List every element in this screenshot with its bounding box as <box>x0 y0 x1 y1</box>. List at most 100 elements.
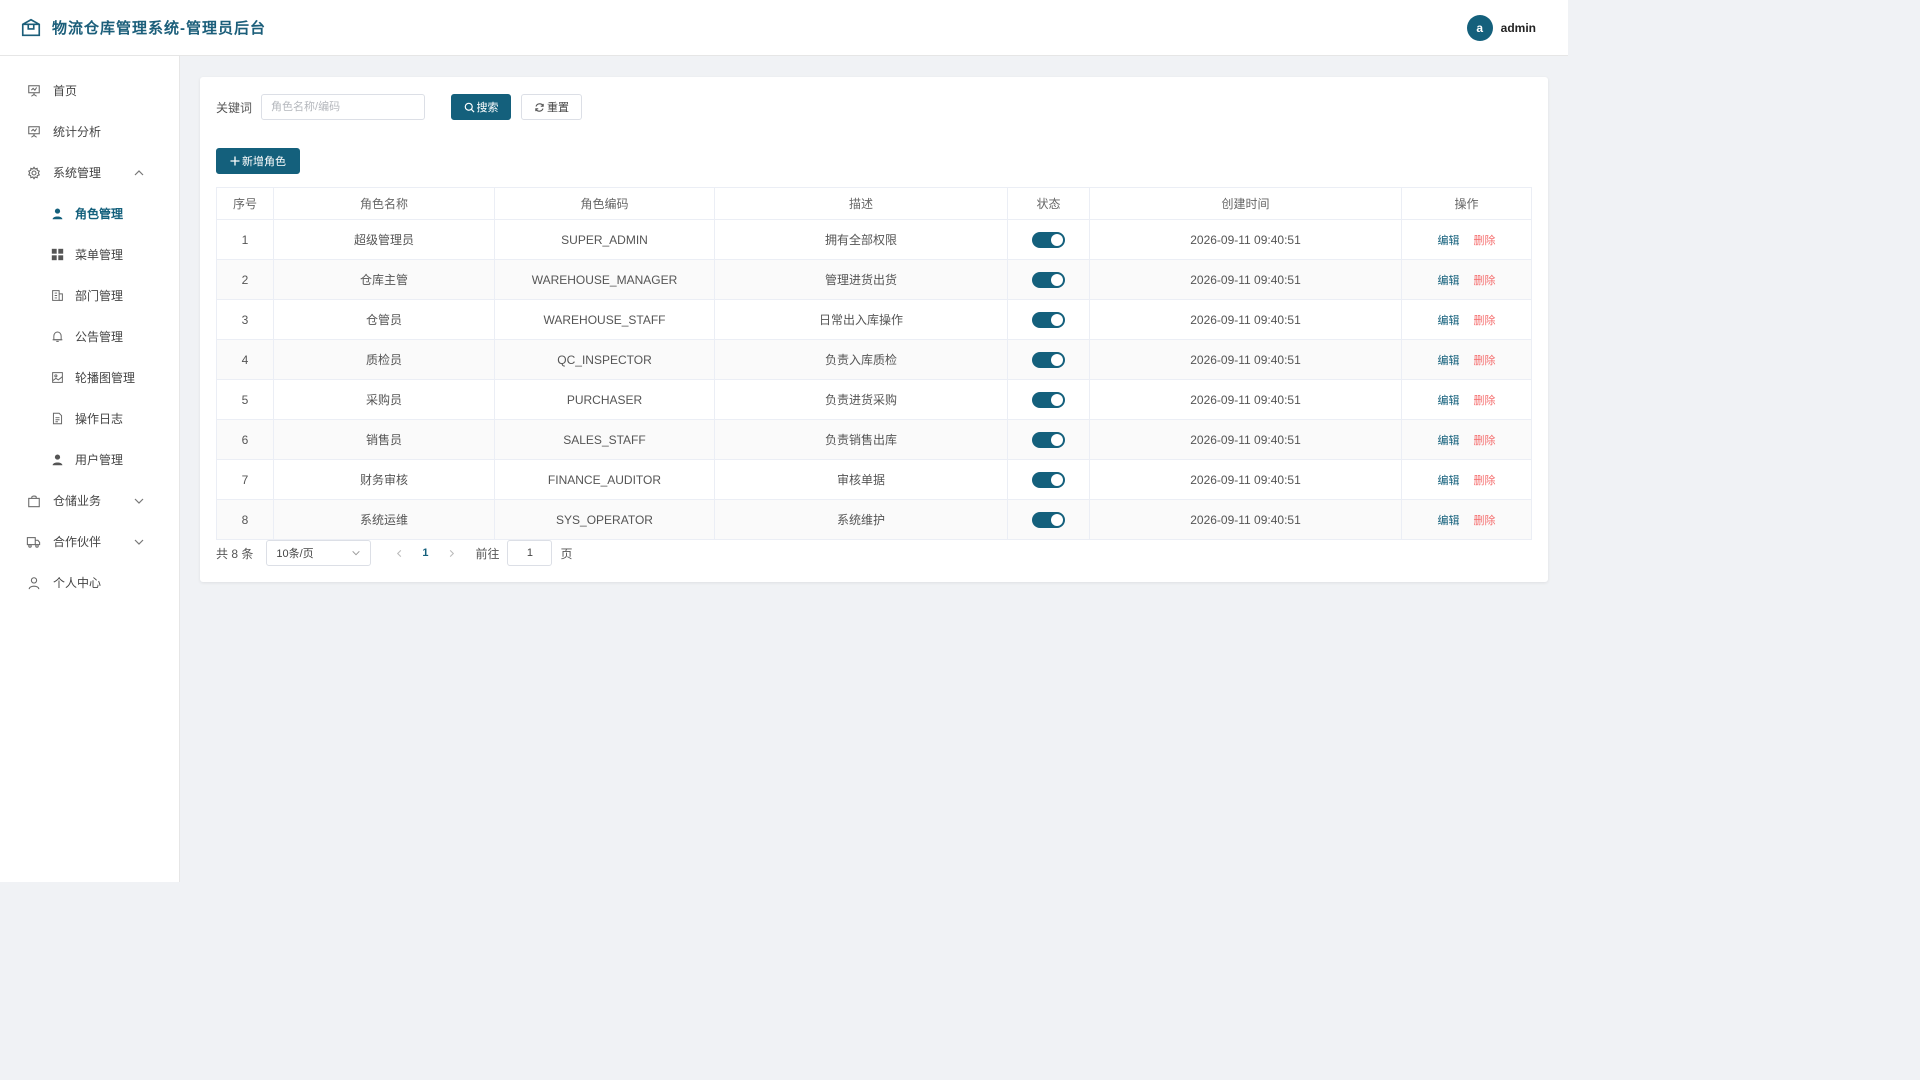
delete-link[interactable]: 删除 <box>1474 275 1496 287</box>
goto-suffix: 页 <box>560 546 573 561</box>
prev-page-button[interactable] <box>391 545 407 561</box>
status-toggle[interactable] <box>1032 311 1065 328</box>
delete-link[interactable]: 删除 <box>1474 435 1496 447</box>
status-toggle[interactable] <box>1032 391 1065 408</box>
pagination: 共 8 条 10条/页 1 前往 页 <box>216 540 573 566</box>
role-description: 管理进货出货 <box>714 259 1008 300</box>
role-description: 负责进货采购 <box>714 379 1008 420</box>
search-bar: 关键词 搜索 重置 <box>216 94 583 120</box>
plus-icon <box>230 156 240 166</box>
sidebar-item-label: 部门管理 <box>75 289 124 303</box>
edit-link[interactable]: 编辑 <box>1438 475 1460 487</box>
username[interactable]: admin <box>1501 21 1536 35</box>
sidebar-item-carousel[interactable]: 轮播图管理 <box>0 357 179 398</box>
avatar[interactable]: a <box>1466 14 1493 41</box>
chevron-down-icon <box>352 550 361 556</box>
created-time: 2026-09-11 09:40:51 <box>1089 259 1402 300</box>
delete-link[interactable]: 删除 <box>1474 315 1496 327</box>
row-index: 2 <box>216 259 274 300</box>
status-toggle[interactable] <box>1032 271 1065 288</box>
sidebar-item-profile[interactable]: 个人中心 <box>0 562 179 603</box>
role-description: 审核单据 <box>714 459 1008 500</box>
status-cell <box>1007 379 1090 420</box>
table-row: 4 质检员 QC_INSPECTOR 负责入库质检 2026-09-11 09:… <box>216 339 1532 380</box>
table-row: 8 系统运维 SYS_OPERATOR 系统维护 2026-09-11 09:4… <box>216 499 1532 540</box>
actions-cell: 编辑 删除 <box>1401 379 1532 420</box>
status-toggle[interactable] <box>1032 511 1065 528</box>
status-toggle[interactable] <box>1032 231 1065 248</box>
sidebar-item-label: 操作日志 <box>75 412 124 426</box>
edit-link[interactable]: 编辑 <box>1438 435 1460 447</box>
delete-link[interactable]: 删除 <box>1474 395 1496 407</box>
sidebar-item-menus[interactable]: 菜单管理 <box>0 234 179 275</box>
edit-link[interactable]: 编辑 <box>1438 395 1460 407</box>
search-icon <box>464 102 475 113</box>
role-name: 质检员 <box>273 339 495 380</box>
document-icon <box>50 411 65 426</box>
page-number-current[interactable]: 1 <box>422 547 428 559</box>
created-time: 2026-09-11 09:40:51 <box>1089 299 1402 340</box>
sidebar-item-roles[interactable]: 角色管理 <box>0 193 179 234</box>
actions-cell: 编辑 删除 <box>1401 219 1532 260</box>
role-code: QC_INSPECTOR <box>494 339 715 380</box>
reset-button[interactable]: 重置 <box>521 94 583 120</box>
keyword-input[interactable] <box>261 94 426 120</box>
chevron-right-icon <box>449 549 455 557</box>
role-name: 系统运维 <box>273 499 495 540</box>
page-size-select[interactable]: 10条/页 <box>266 540 372 566</box>
delete-link[interactable]: 删除 <box>1474 355 1496 367</box>
created-time: 2026-09-11 09:40:51 <box>1089 379 1402 420</box>
sidebar-item-system[interactable]: 系统管理 <box>0 152 179 193</box>
actions-cell: 编辑 删除 <box>1401 499 1532 540</box>
delete-link[interactable]: 删除 <box>1474 235 1496 247</box>
reset-button-label: 重置 <box>547 102 570 114</box>
chevron-left-icon <box>396 549 402 557</box>
status-toggle[interactable] <box>1032 351 1065 368</box>
search-button[interactable]: 搜索 <box>451 94 512 120</box>
role-name: 仓库主管 <box>273 259 495 300</box>
delete-link[interactable]: 删除 <box>1474 515 1496 527</box>
sidebar-item-warehouse[interactable]: 仓储业务 <box>0 480 179 521</box>
box-logo-icon <box>21 18 41 36</box>
goto-label: 前往 <box>475 546 500 561</box>
edit-link[interactable]: 编辑 <box>1438 515 1460 527</box>
role-name: 销售员 <box>273 419 495 460</box>
role-description: 负责销售出库 <box>714 419 1008 460</box>
status-cell <box>1007 419 1090 460</box>
status-toggle[interactable] <box>1032 471 1065 488</box>
sidebar-item-departments[interactable]: 部门管理 <box>0 275 179 316</box>
sidebar-item-statistics[interactable]: 统计分析 <box>0 111 179 152</box>
edit-link[interactable]: 编辑 <box>1438 275 1460 287</box>
status-cell <box>1007 459 1090 500</box>
created-time: 2026-09-11 09:40:51 <box>1089 459 1402 500</box>
status-cell <box>1007 219 1090 260</box>
created-time: 2026-09-11 09:40:51 <box>1089 339 1402 380</box>
status-cell <box>1007 499 1090 540</box>
role-name: 财务审核 <box>273 459 495 500</box>
sidebar-item-label: 轮播图管理 <box>75 371 136 385</box>
user-menu[interactable]: a admin <box>1466 14 1536 41</box>
next-page-button[interactable] <box>443 545 459 561</box>
grid-icon <box>50 247 65 262</box>
sidebar-item-partners[interactable]: 合作伙伴 <box>0 521 179 562</box>
sidebar-item-users[interactable]: 用户管理 <box>0 439 179 480</box>
edit-link[interactable]: 编辑 <box>1438 315 1460 327</box>
row-index: 8 <box>216 499 274 540</box>
delete-link[interactable]: 删除 <box>1474 475 1496 487</box>
column-header: 角色编码 <box>494 187 715 220</box>
edit-link[interactable]: 编辑 <box>1438 235 1460 247</box>
row-index: 3 <box>216 299 274 340</box>
status-toggle[interactable] <box>1032 431 1065 448</box>
sidebar-item-announcements[interactable]: 公告管理 <box>0 316 179 357</box>
sidebar-item-label: 角色管理 <box>75 207 124 221</box>
column-header: 创建时间 <box>1089 187 1402 220</box>
sidebar-item-logs[interactable]: 操作日志 <box>0 398 179 439</box>
actions-cell: 编辑 删除 <box>1401 459 1532 500</box>
add-role-button[interactable]: 新增角色 <box>216 148 300 174</box>
sidebar-item-home[interactable]: 首页 <box>0 70 179 111</box>
status-cell <box>1007 339 1090 380</box>
goto-page-input[interactable] <box>507 540 553 566</box>
edit-link[interactable]: 编辑 <box>1438 355 1460 367</box>
role-code: SALES_STAFF <box>494 419 715 460</box>
bell-icon <box>50 329 65 344</box>
